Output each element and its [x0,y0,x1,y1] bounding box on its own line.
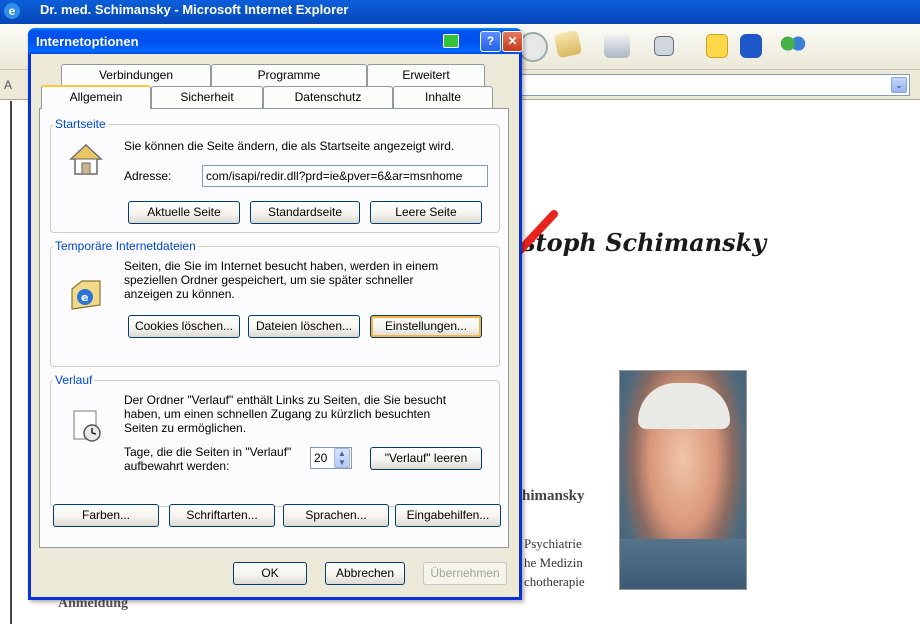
blank-page-button[interactable]: Leere Seite [370,201,482,224]
delete-cookies-button[interactable]: Cookies löschen... [128,315,240,338]
mail-icon[interactable] [553,29,583,59]
accessibility-button[interactable]: Eingabehilfen... [395,504,501,527]
page-name-text: himansky [522,488,585,504]
internet-explorer-icon: e [4,3,20,19]
browser-titlebar: e Dr. med. Schimansky - Microsoft Intern… [0,0,920,24]
portrait-shirt [620,539,746,589]
history-desc-line: Der Ordner "Verlauf" enthält Links zu Se… [124,393,447,407]
svg-text:e: e [81,291,88,304]
dialog-title: Internetoptionen [36,34,139,49]
doctor-portrait-image [619,370,747,590]
close-icon[interactable]: ✕ [502,31,523,52]
history-desc-line: haben, um einen schnellen Zugang zu kürz… [124,407,431,421]
history-days-label: aufbewahrt werden: [124,459,230,473]
temp-files-desc-line: speziellen Ordner gespeichert, um sie sp… [124,273,414,287]
tab-verbindungen[interactable]: Verbindungen [61,64,211,86]
temp-files-desc-line: anzeigen zu können. [124,287,235,301]
page-text-line: Psychiatrie [524,536,582,551]
settings-button[interactable]: Einstellungen... [370,315,482,338]
delete-files-button[interactable]: Dateien löschen... [248,315,360,338]
default-page-button[interactable]: Standardseite [250,201,360,224]
contacts-icon[interactable] [780,34,806,58]
temp-files-folder-icon: e [71,280,101,310]
cancel-button[interactable]: Abbrechen [325,562,405,585]
history-legend: Verlauf [55,373,93,387]
apply-button[interactable]: Übernehmen [423,562,507,585]
tab-sicherheit[interactable]: Sicherheit [151,86,263,108]
temp-files-legend: Temporäre Internetdateien [55,239,196,253]
tab-panel-allgemein: Startseite Sie können die Seite ändern, … [39,108,509,548]
tab-allgemein[interactable]: Allgemein [41,85,151,109]
address-label: A [4,78,13,92]
dialog-titlebar[interactable]: Internetoptionen ? ✕ [28,28,523,54]
page-text-line: chotherapie [524,574,585,589]
minimize-icon[interactable] [443,34,459,48]
history-days-label: Tage, die die Seiten in "Verlauf" [124,445,292,459]
tab-erweitert[interactable]: Erweitert [367,64,485,86]
days-stepper-icon[interactable]: ▲ ▼ [334,448,350,468]
print-icon[interactable] [604,34,630,58]
fonts-button[interactable]: Schriftarten... [169,504,275,527]
address-input[interactable]: ⌄ [520,74,910,96]
startseite-legend: Startseite [55,117,106,131]
tab-programme[interactable]: Programme [211,64,367,86]
startseite-description: Sie können die Seite ändern, die als Sta… [124,139,455,153]
languages-button[interactable]: Sprachen... [283,504,389,527]
current-page-button[interactable]: Aktuelle Seite [128,201,240,224]
temp-files-desc-line: Seiten, die Sie im Internet besucht habe… [124,259,439,273]
bluetooth-icon[interactable] [740,34,762,58]
portrait-hair [638,383,730,429]
history-clock-icon [73,410,101,442]
messenger-note-icon[interactable] [706,34,728,58]
browser-title: Dr. med. Schimansky - Microsoft Internet… [40,2,349,17]
ok-button[interactable]: OK [233,562,307,585]
tab-inhalte[interactable]: Inhalte [393,86,493,108]
address-field-label: Adresse: [124,169,172,183]
internet-options-dialog: Internetoptionen ? ✕ Verbindungen Progra… [28,28,523,600]
tab-datenschutz[interactable]: Datenschutz [263,86,393,108]
clear-history-button[interactable]: "Verlauf" leeren [370,447,482,470]
edit-icon[interactable] [654,36,674,56]
help-icon[interactable]: ? [480,31,501,52]
colors-button[interactable]: Farben... [53,504,159,527]
history-desc-line: Seiten zu ermöglichen. [124,421,247,435]
chevron-down-icon[interactable]: ⌄ [891,77,907,93]
home-page-icon [69,143,103,175]
page-text-line: he Medizin [524,555,583,570]
homepage-address-input[interactable]: com/isapi/redir.dll?prd=ie&pver=6&ar=msn… [202,165,488,187]
